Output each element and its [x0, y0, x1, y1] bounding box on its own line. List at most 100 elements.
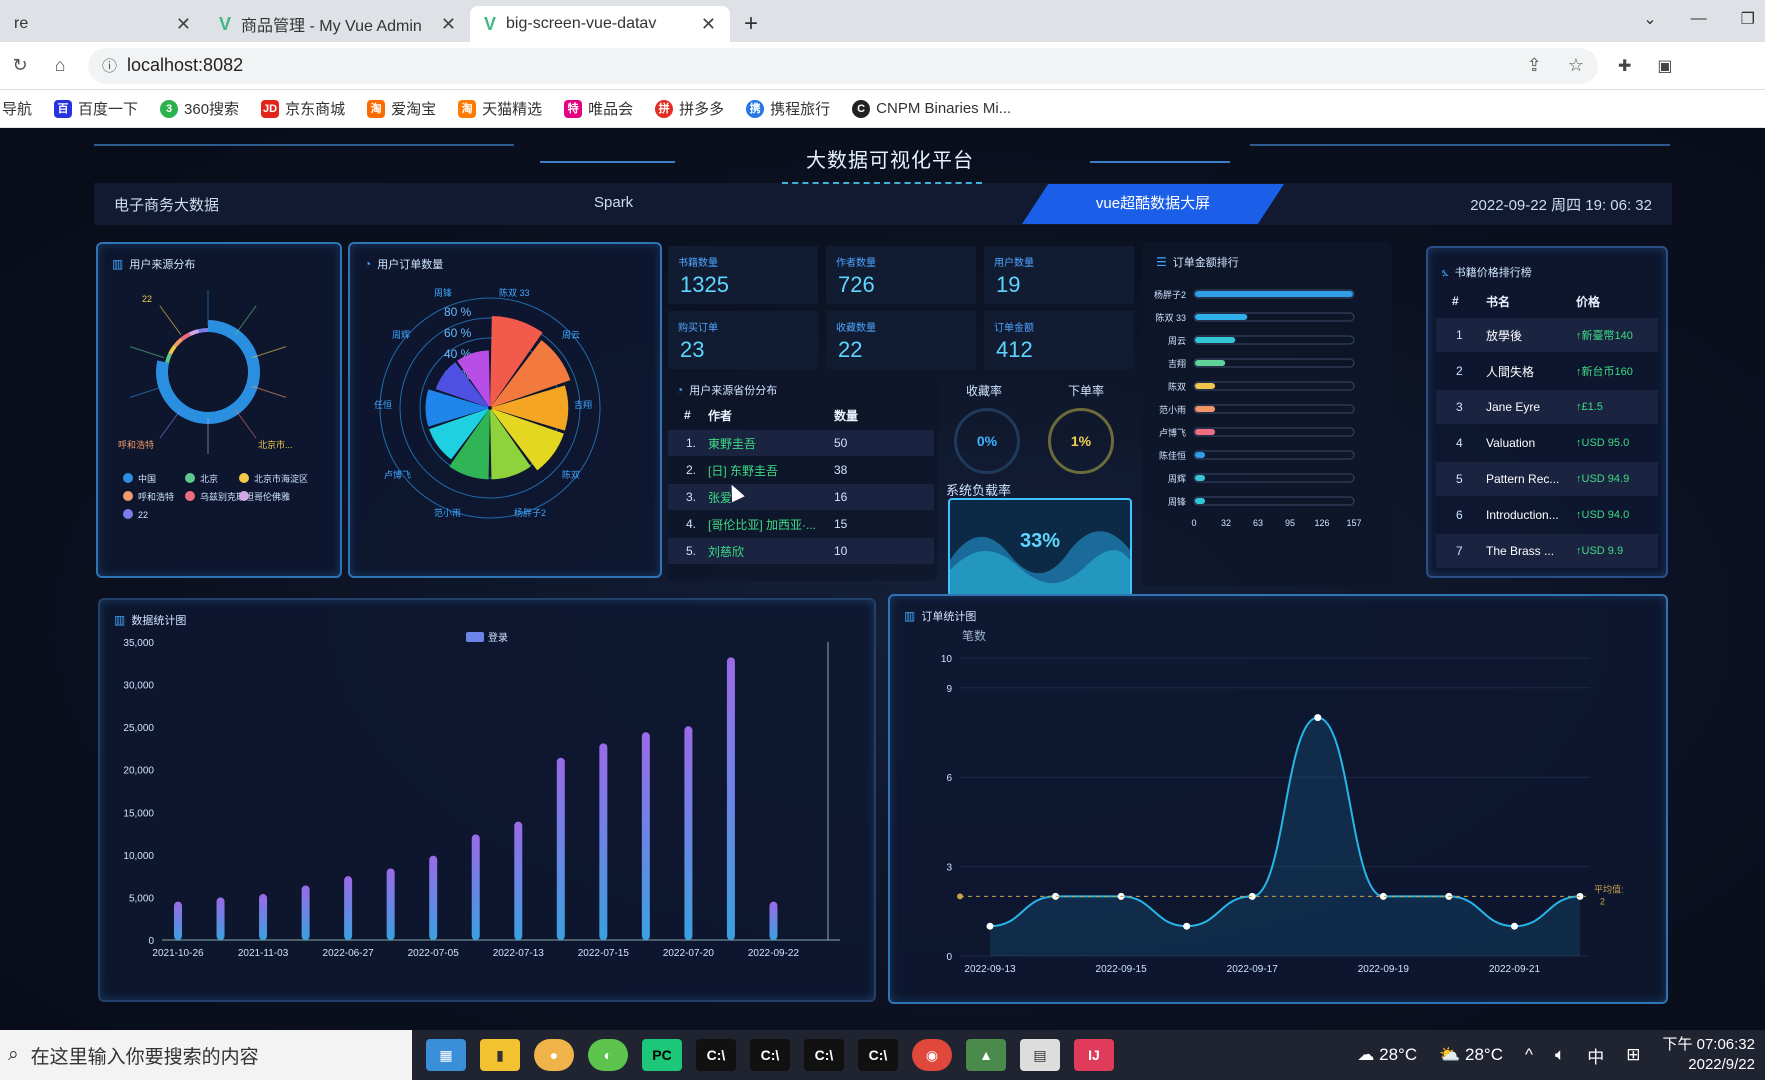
table-row[interactable]: 5. 刘慈欣 10 — [668, 538, 934, 564]
bar — [216, 897, 225, 940]
weather-icon[interactable]: ⛅ 28°C — [1439, 1045, 1503, 1065]
explorer-icon[interactable]: ▮ — [480, 1039, 520, 1071]
category-label: 陈双 — [1168, 381, 1186, 392]
tab-vue-admin[interactable]: V 商品管理 - My Vue Admin ✕ — [205, 6, 470, 42]
load-rate-gauge: 33% — [948, 498, 1132, 596]
table-row[interactable]: 3. 张爱 16 — [668, 484, 934, 510]
app-icon[interactable]: ▲ — [966, 1039, 1006, 1071]
x-tick-label: 126 — [1314, 518, 1329, 528]
x-tick-label: 0 — [1191, 518, 1196, 528]
slice-label: 呼和浩特 — [118, 439, 154, 450]
new-tab-button[interactable]: + — [744, 6, 758, 42]
terminal-icon[interactable]: C:\ — [858, 1039, 898, 1071]
bookmark-item[interactable]: 导航 — [2, 98, 32, 119]
bookmark-item[interactable]: 百百度一下 — [54, 98, 138, 119]
bar — [1195, 406, 1216, 412]
x-tick-label: 157 — [1346, 518, 1361, 528]
bar — [174, 901, 182, 940]
close-icon[interactable]: ✕ — [441, 14, 456, 35]
volume-icon[interactable]: 🔈︎ — [1555, 1045, 1565, 1065]
terminal-icon[interactable]: C:\ — [750, 1039, 790, 1071]
terminal-icon[interactable]: C:\ — [696, 1039, 736, 1071]
vue-icon: V — [484, 13, 497, 34]
sidepanel-icon[interactable]: ▣ — [1657, 56, 1672, 76]
bar — [599, 743, 608, 940]
baidu-icon: 百 — [54, 99, 73, 118]
taskbar-search[interactable]: ⌕ 在这里输入你要搜索的内容 — [0, 1030, 412, 1080]
stat-value: 726 — [838, 272, 875, 297]
app-icon[interactable]: ◐ — [588, 1039, 628, 1071]
vue-icon: V — [219, 13, 232, 34]
info-icon[interactable]: ⓘ — [102, 55, 117, 76]
tab-previous[interactable]: re ✕ — [0, 6, 205, 42]
bar-track — [1193, 473, 1355, 483]
terminal-icon[interactable]: C:\ — [804, 1039, 844, 1071]
bar — [769, 901, 778, 940]
ime-indicator[interactable]: 中 — [1587, 1043, 1604, 1068]
legend-marker — [185, 473, 195, 483]
grid-icon[interactable]: ⊞ — [1626, 1045, 1640, 1065]
table-row[interactable]: 5 Pattern Rec... ↑USD 94.9 — [1436, 462, 1658, 496]
app-icon[interactable]: ● — [534, 1039, 574, 1071]
y-tick-label: 25,000 — [123, 723, 154, 734]
bar-track — [1193, 404, 1355, 414]
system-clock[interactable]: 下午 07:06:32 2022/9/22 — [1662, 1035, 1755, 1075]
star-icon[interactable]: ☆ — [1568, 55, 1584, 76]
y-tick-label: 9 — [946, 684, 952, 695]
bookmark-item[interactable]: 拼拼多多 — [655, 98, 724, 119]
url-field[interactable]: ⓘ localhost:8082 ⇪ ☆ — [88, 47, 1598, 84]
minimize-button[interactable]: — — [1691, 10, 1707, 28]
table-row[interactable]: 7 The Brass ... ↑USD 9.9 — [1436, 534, 1658, 568]
restore-button[interactable]: ❐ — [1741, 9, 1755, 29]
chrome-icon[interactable]: ◉ — [912, 1039, 952, 1071]
bookmark-item[interactable]: 特唯品会 — [564, 98, 633, 119]
stat-book-count: 书籍数量 1325 — [668, 246, 818, 304]
order-rank-chart: 杨胖子2 陈双 33 周云吉翔陈双范小雨卢博飞陈佳恒周辉周锋 0 32 63 95 126 15… — [1154, 289, 1362, 528]
bookmark-item[interactable]: 3 360搜索 — [160, 98, 239, 119]
bar — [1195, 383, 1216, 389]
legend-marker — [185, 491, 195, 501]
vue-big-screen-button[interactable]: vue超酷数据大屏 — [1022, 184, 1284, 224]
table-row[interactable]: 4 Valuation ↑USD 95.0 — [1436, 426, 1658, 460]
table-row[interactable]: 3 Jane Eyre ↑£1.5 — [1436, 390, 1658, 424]
app-icon[interactable]: ▤ — [1020, 1039, 1060, 1071]
browser-tab-strip: re ✕ V 商品管理 - My Vue Admin ✕ V big-scree… — [0, 0, 1765, 42]
app-icon[interactable]: ▦ — [426, 1039, 466, 1071]
intellij-icon[interactable]: IJ — [1074, 1039, 1114, 1071]
home-icon[interactable]: ⌂ — [40, 55, 80, 76]
table-row[interactable]: 6 Introduction... ↑USD 94.0 — [1436, 498, 1658, 532]
close-icon[interactable]: ✕ — [701, 14, 716, 35]
share-icon[interactable]: ⇪ — [1527, 55, 1542, 76]
bookmark-item[interactable]: 携携程旅行 — [746, 98, 830, 119]
pycharm-icon[interactable]: PC — [642, 1039, 682, 1071]
table-row[interactable]: 1. 東野圭吾 50 — [668, 430, 934, 456]
legend-label: 北京市海淀区 — [254, 473, 308, 484]
x-tick-label: 2022-07-20 — [663, 948, 715, 959]
x-tick-label: 2022-09-15 — [1096, 964, 1148, 975]
bookmark-item[interactable]: JD 京东商城 — [261, 98, 345, 119]
bookmark-item[interactable]: 淘爱淘宝 — [367, 98, 436, 119]
table-row[interactable]: 2. [日] 东野圭吾 38 — [668, 457, 934, 483]
bookmark-item[interactable]: C CNPM Binaries Mi... — [852, 99, 1011, 118]
table-row[interactable]: 4. [哥伦比亚] 加西亚·... 15 — [668, 511, 934, 537]
pie-label-line — [234, 305, 257, 336]
bookmark-item[interactable]: 淘天猫精选 — [458, 98, 542, 119]
tab-big-screen[interactable]: V big-screen-vue-datav ✕ — [470, 6, 730, 42]
category-label: 周辉 — [392, 330, 410, 340]
chevron-down-icon[interactable]: ⌄ — [1643, 9, 1656, 29]
reload-icon[interactable]: ↻ — [0, 55, 40, 76]
data-point — [1510, 922, 1518, 930]
header-spark-label: Spark — [594, 194, 634, 211]
table-row[interactable]: 1 放學後 ↑新臺幣140 — [1436, 318, 1658, 352]
x-tick-label: 2022-07-15 — [578, 948, 630, 959]
category-label: 周云 — [1168, 336, 1186, 346]
x-tick-label: 2022-09-19 — [1358, 964, 1410, 975]
extensions-icon[interactable]: ✚ — [1618, 56, 1631, 76]
close-icon[interactable]: ✕ — [176, 14, 191, 35]
chevron-up-icon[interactable]: ^ — [1525, 1045, 1533, 1065]
weather-icon[interactable]: ☁ 28°C — [1357, 1045, 1417, 1065]
category-label: 周锋 — [1168, 496, 1186, 507]
stat-label: 收藏数量 — [836, 323, 876, 334]
bar — [1195, 452, 1206, 458]
table-row[interactable]: 2 人間失格 ↑新台币160 — [1436, 354, 1658, 388]
